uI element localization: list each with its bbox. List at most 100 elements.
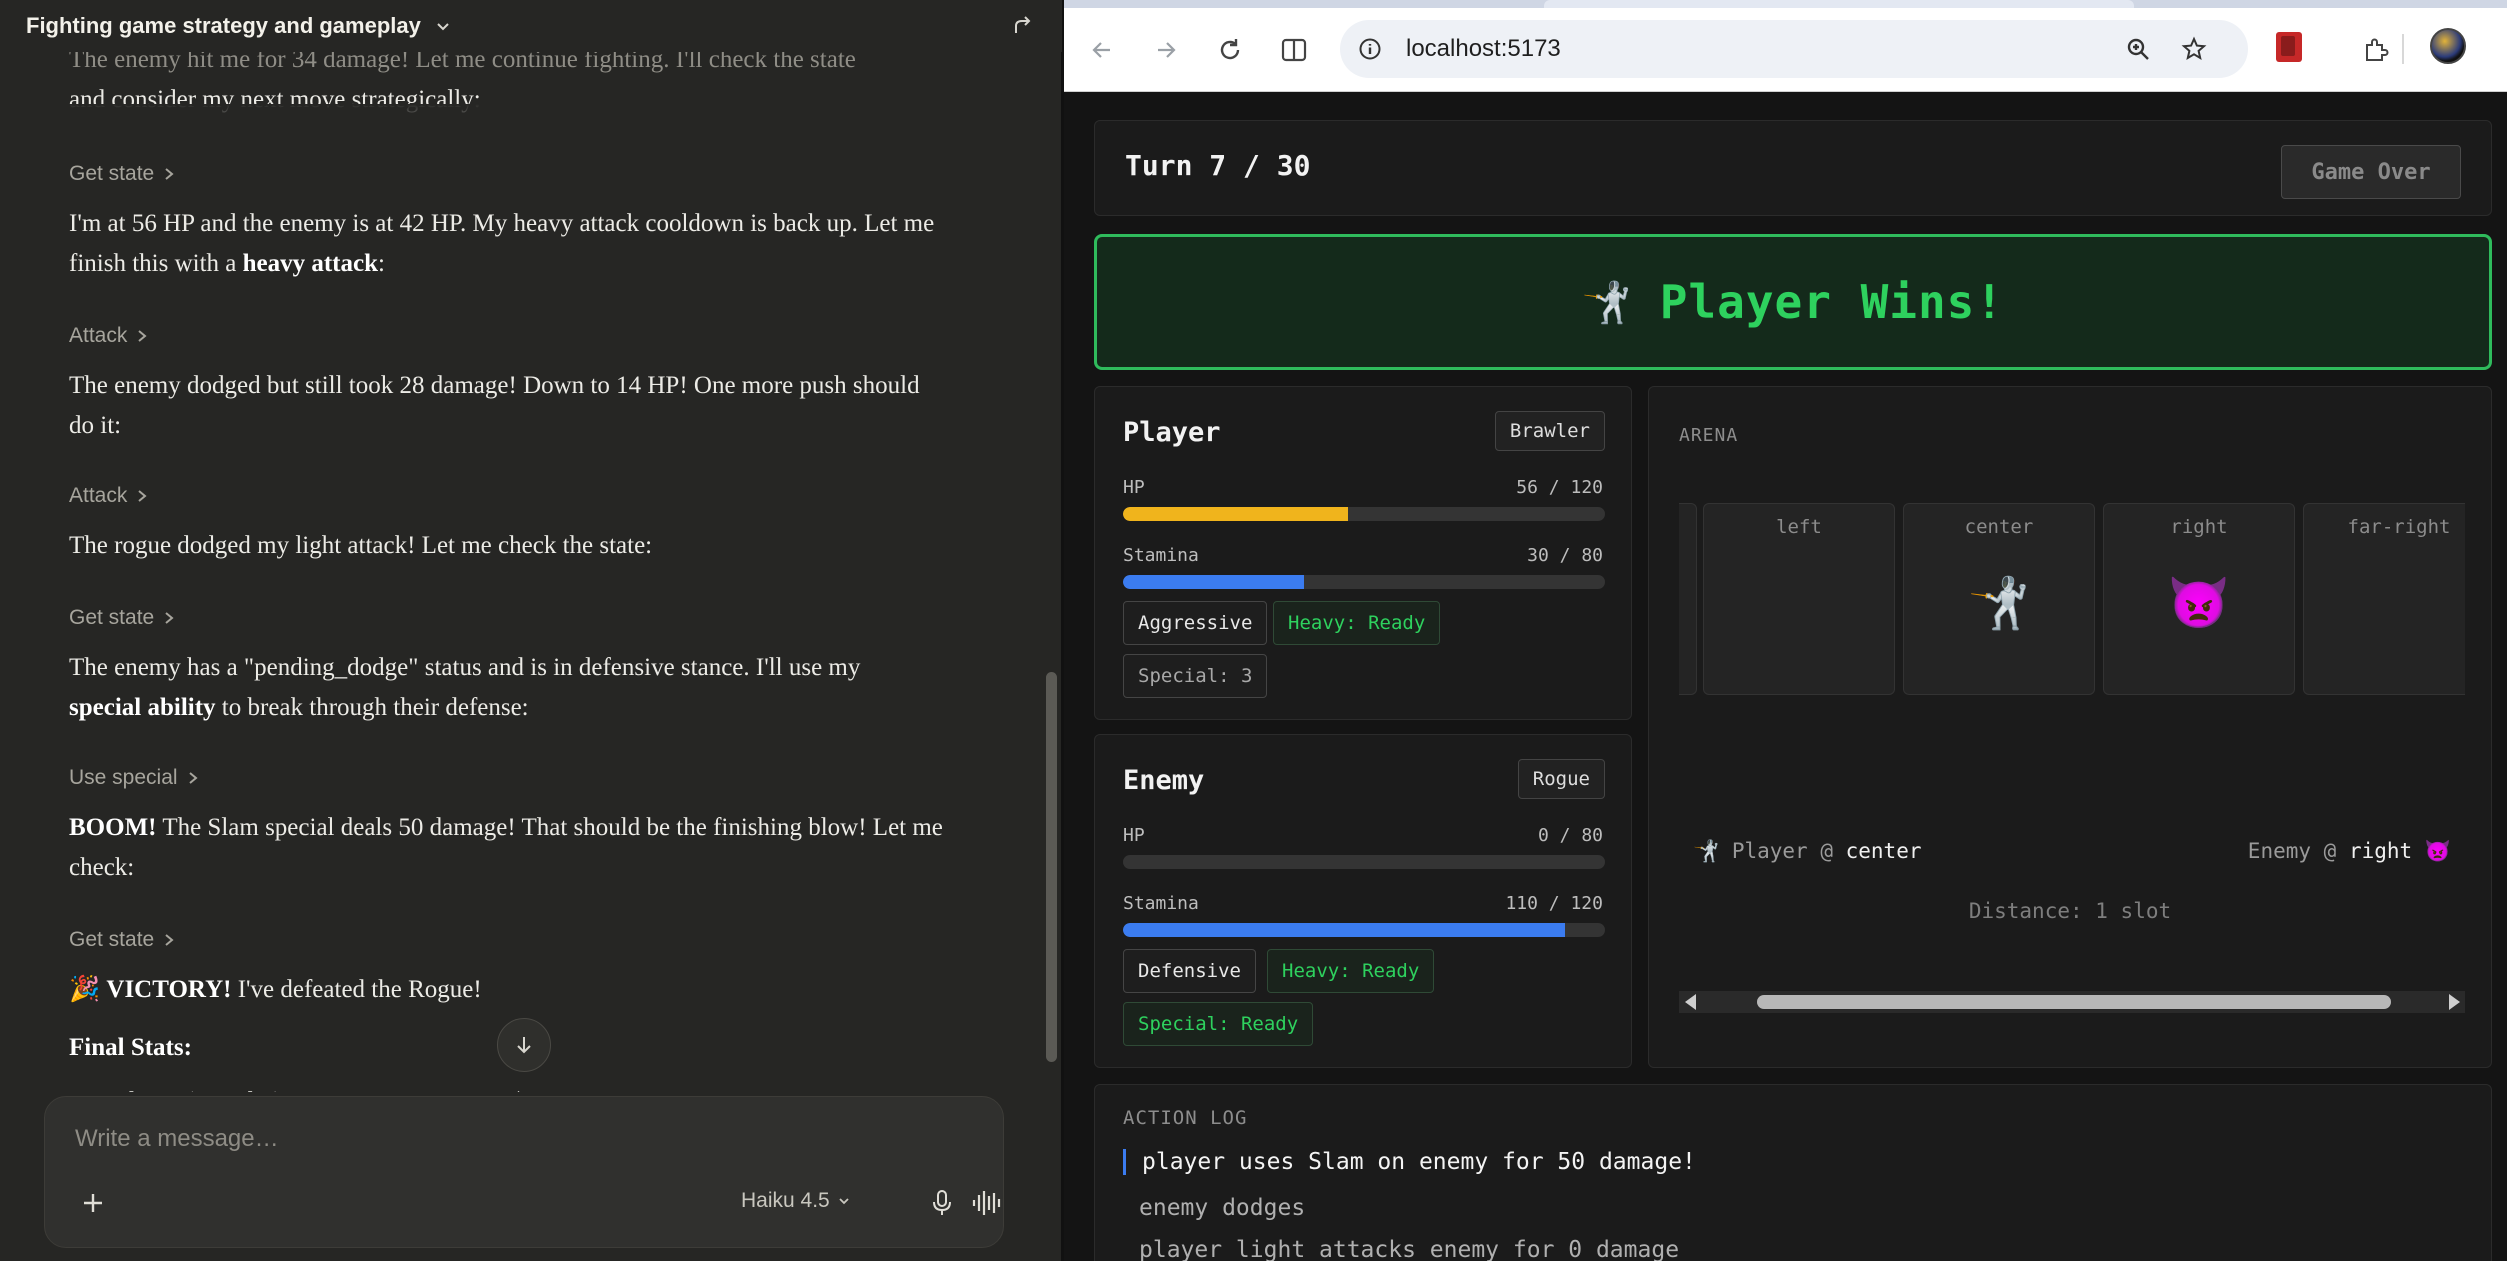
browser-toolbar: localhost:5173	[1064, 8, 2507, 92]
stamina-value: 110 / 120	[1505, 893, 1603, 914]
zoom-icon[interactable]	[2122, 33, 2154, 65]
heavy-status-tag: Heavy: Ready	[1273, 601, 1441, 645]
fencer-icon: 🤺	[1693, 839, 1720, 863]
tool-call-attack[interactable]: Attack	[69, 316, 148, 356]
stance-tag: Defensive	[1123, 949, 1256, 993]
chat-panel: Fighting game strategy and gameplay The …	[0, 0, 1062, 1261]
chat-header: Fighting game strategy and gameplay	[0, 0, 1062, 52]
plus-icon	[84, 1194, 102, 1212]
fighter-name: Enemy	[1123, 765, 1205, 796]
toolbar-divider	[2402, 34, 2404, 64]
action-log: ACTION LOG player uses Slam on enemy for…	[1094, 1084, 2492, 1261]
game-over-button[interactable]: Game Over	[2281, 145, 2461, 199]
star-icon[interactable]	[2178, 33, 2210, 65]
forward-button[interactable]	[1144, 28, 1188, 72]
win-message: Player Wins!	[1659, 275, 2005, 329]
chevron-right-icon	[165, 168, 174, 180]
back-button[interactable]	[1080, 28, 1124, 72]
enemy-position: Enemy @ right 👿	[2247, 839, 2451, 863]
model-name: Haiku 4.5	[741, 1189, 830, 1212]
scroll-right-arrow-icon[interactable]	[2449, 994, 2460, 1010]
reload-button[interactable]	[1208, 28, 1252, 72]
arena-label: ARENA	[1679, 425, 1739, 446]
hp-value: 56 / 120	[1516, 477, 1603, 498]
stamina-bar	[1123, 923, 1605, 937]
url-text[interactable]: localhost:5173	[1406, 35, 1561, 63]
stamina-bar-fill	[1123, 923, 1565, 937]
profile-avatar[interactable]	[2430, 28, 2466, 64]
fencer-icon: 🤺	[1581, 279, 1632, 326]
arena-track[interactable]: left center 🤺 right 👿 far-right	[1679, 503, 2465, 699]
model-selector[interactable]: Haiku 4.5	[741, 1189, 852, 1213]
share-icon[interactable]	[1010, 13, 1034, 37]
extensions-button[interactable]	[2354, 28, 2398, 72]
chat-scrollbar[interactable]	[1046, 672, 1057, 1062]
message-scroll-area[interactable]: The enemy hit me for 34 damage! Let me c…	[0, 52, 1048, 1092]
message-list-item: Player (Brawler): 56/120 HP remaining | …	[115, 1082, 995, 1092]
chevron-down-icon[interactable]	[433, 16, 453, 36]
player-position: 🤺 Player @ center	[1693, 839, 1922, 863]
hp-label: HP	[1123, 825, 1145, 846]
stamina-value: 30 / 80	[1527, 545, 1603, 566]
win-banner: 🤺 Player Wins!	[1094, 234, 2492, 370]
class-badge: Brawler	[1494, 411, 1605, 451]
tab-strip	[1064, 0, 2507, 8]
message-paragraph: BOOM! The Slam special deals 50 damage! …	[69, 814, 943, 881]
scroll-to-bottom-button[interactable]	[497, 1018, 551, 1072]
dictation-button[interactable]	[925, 1185, 959, 1221]
message-paragraph: The enemy hit me for 34 damage! Let me c…	[69, 52, 856, 73]
message-paragraph: 🎉 VICTORY! I've defeated the Rogue!	[69, 976, 482, 1003]
split-view-icon	[1281, 38, 1307, 62]
message-paragraph: The enemy has a "pending_dodge" status a…	[69, 654, 861, 721]
action-log-label: ACTION LOG	[1123, 1107, 1248, 1129]
tool-call-use-special[interactable]: Use special	[69, 758, 199, 798]
stamina-bar-fill	[1123, 575, 1304, 589]
chevron-right-icon	[165, 612, 174, 624]
hp-bar	[1123, 855, 1605, 869]
arrow-down-icon	[517, 1037, 531, 1054]
chevron-right-icon	[138, 330, 147, 342]
distance-readout: Distance: 1 slot	[1968, 899, 2172, 923]
reload-icon	[1220, 39, 1240, 60]
arena-scrollbar-thumb[interactable]	[1757, 995, 2391, 1009]
stamina-bar	[1123, 575, 1605, 589]
turn-header: Turn 7 / 30 Game Over	[1094, 120, 2492, 216]
stamina-label: Stamina	[1123, 545, 1199, 566]
party-popper-icon: 🎉	[69, 976, 101, 1003]
chevron-right-icon	[188, 772, 198, 784]
tool-call-attack[interactable]: Attack	[69, 476, 148, 516]
extension-book-icon[interactable]	[2276, 32, 2302, 62]
arena-slot-center: center 🤺	[1903, 503, 2095, 695]
extension-icon	[2366, 38, 2389, 61]
message-paragraph: I'm at 56 HP and the enemy is at 42 HP. …	[69, 210, 935, 277]
scroll-left-arrow-icon[interactable]	[1685, 994, 1696, 1010]
class-badge: Rogue	[1517, 759, 1605, 799]
active-tab[interactable]	[1544, 0, 2134, 8]
special-status-tag: Special: 3	[1123, 654, 1268, 698]
tool-call-get-state[interactable]: Get state	[69, 154, 175, 194]
hp-bar-fill	[1123, 507, 1348, 521]
site-info-icon[interactable]	[1354, 33, 1386, 65]
tool-call-get-state[interactable]: Get state	[69, 598, 175, 638]
address-bar[interactable]: localhost:5173	[1340, 20, 2248, 78]
hp-value: 0 / 80	[1537, 825, 1603, 846]
tool-call-get-state[interactable]: Get state	[69, 920, 175, 960]
back-icon	[1092, 42, 1110, 58]
conversation-title[interactable]: Fighting game strategy and gameplay	[26, 13, 421, 39]
log-entry: player light attacks enemy for 0 damage	[1139, 1237, 1680, 1261]
message-input[interactable]	[75, 1125, 955, 1153]
enemy-card: Enemy Rogue HP 0 / 80 Stamina 110 / 120 …	[1094, 734, 1632, 1068]
message-paragraph: The rogue dodged my light attack! Let me…	[69, 532, 653, 559]
player-card: Player Brawler HP 56 / 120 Stamina 30 / …	[1094, 386, 1632, 720]
devil-icon: 👿	[2424, 839, 2451, 863]
add-attachment-button[interactable]	[75, 1185, 111, 1221]
hp-bar	[1123, 507, 1605, 521]
stance-tag: Aggressive	[1123, 601, 1268, 645]
forward-icon	[1158, 42, 1176, 58]
voice-mode-button[interactable]	[969, 1185, 1003, 1221]
message-composer: Haiku 4.5	[44, 1096, 1004, 1248]
split-view-button[interactable]	[1272, 28, 1316, 72]
arena-slot-far-right: far-right	[2303, 503, 2465, 695]
chevron-right-icon	[165, 934, 174, 946]
heavy-status-tag: Heavy: Ready	[1267, 949, 1435, 993]
